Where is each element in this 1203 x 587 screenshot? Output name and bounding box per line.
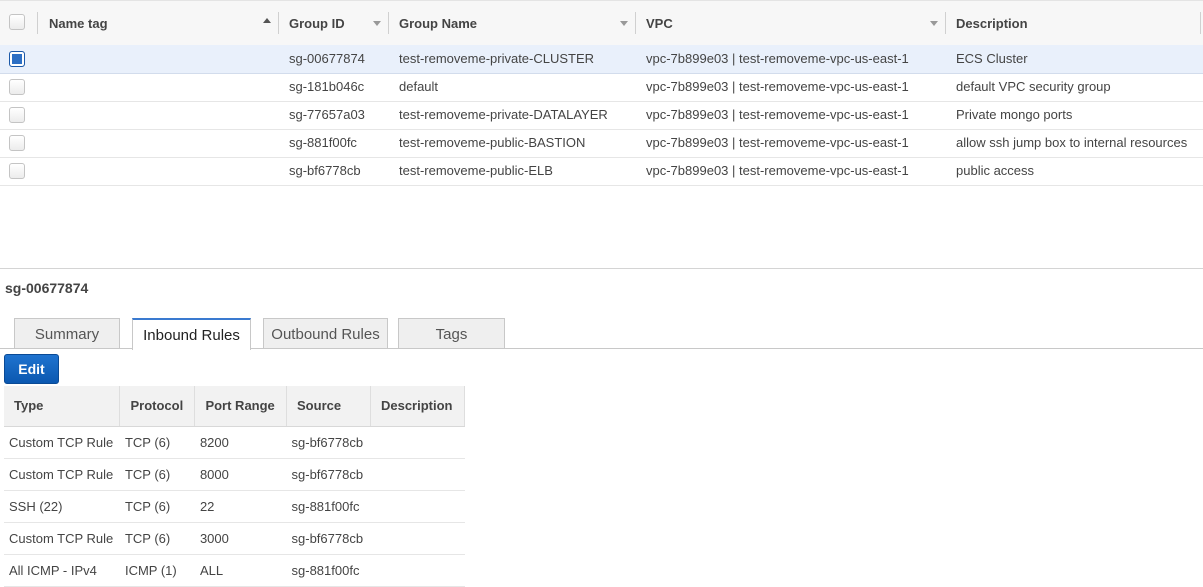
vpc-cell: vpc-7b899e03 | test-removeme-vpc-us-east…: [646, 79, 909, 94]
group-name-cell: default: [399, 79, 439, 94]
table-row: Custom TCP Rule TCP (6) 8200 sg-bf6778cb: [4, 426, 465, 459]
row-checkbox[interactable]: [9, 79, 25, 95]
description-cell: allow ssh jump box to internal resources: [956, 135, 1188, 150]
column-header-name-tag[interactable]: Name tag: [49, 1, 108, 45]
group-name-cell: test-removeme-public-BASTION: [399, 135, 586, 150]
select-all-checkbox[interactable]: [9, 14, 25, 30]
column-header-group-id[interactable]: Group ID: [289, 1, 345, 45]
column-header-description[interactable]: Description: [956, 1, 1028, 45]
column-separator[interactable]: [945, 12, 946, 34]
rule-protocol: TCP (6): [119, 490, 195, 523]
description-cell: public access: [956, 163, 1035, 178]
table-header-row: Type Protocol Port Range Source Descript…: [4, 386, 466, 427]
group-id-cell: sg-881f00fc: [289, 135, 357, 150]
rule-source: sg-881f00fc: [286, 554, 371, 587]
tab-outbound-rules[interactable]: Outbound Rules: [263, 318, 388, 349]
rule-type: SSH (22): [4, 490, 120, 523]
rule-type: Custom TCP Rule: [4, 426, 120, 459]
group-name-cell: test-removeme-public-ELB: [399, 163, 553, 178]
group-name-cell: test-removeme-private-DATALAYER: [399, 107, 608, 122]
table-row: Custom TCP Rule TCP (6) 3000 sg-bf6778cb: [4, 522, 465, 555]
group-id-cell: sg-bf6778cb: [289, 163, 361, 178]
rule-protocol: TCP (6): [119, 458, 195, 491]
row-checkbox[interactable]: [9, 107, 25, 123]
rule-description: [370, 426, 465, 459]
rule-type: Custom TCP Rule: [4, 458, 120, 491]
column-separator[interactable]: [1200, 12, 1201, 34]
group-id-cell: sg-181b046c: [289, 79, 365, 94]
rule-port-range: 8200: [194, 426, 287, 459]
rule-protocol: TCP (6): [119, 426, 195, 459]
rule-port-range: 3000: [194, 522, 287, 555]
vpc-cell: vpc-7b899e03 | test-removeme-vpc-us-east…: [646, 107, 909, 122]
row-checkbox[interactable]: [9, 163, 25, 179]
rule-port-range: 8000: [194, 458, 287, 491]
description-cell: ECS Cluster: [956, 51, 1028, 66]
rule-description: [370, 490, 465, 523]
table-row: Custom TCP Rule TCP (6) 8000 sg-bf6778cb: [4, 458, 465, 491]
table-row: SSH (22) TCP (6) 22 sg-881f00fc: [4, 490, 465, 523]
column-separator[interactable]: [635, 12, 636, 34]
row-checkbox[interactable]: [9, 51, 25, 67]
description-cell: default VPC security group: [956, 79, 1111, 94]
rule-description: [370, 522, 465, 555]
rule-source: sg-bf6778cb: [286, 458, 371, 491]
column-header-source: Source: [286, 386, 371, 427]
group-id-cell: sg-00677874: [289, 51, 365, 66]
description-cell: Private mongo ports: [956, 107, 1073, 122]
sort-dropdown-icon[interactable]: [930, 21, 938, 26]
detail-title: sg-00677874: [5, 280, 89, 296]
column-header-type: Type: [4, 386, 121, 427]
table-row[interactable]: sg-bf6778cb test-removeme-public-ELB vpc…: [0, 157, 1203, 186]
rule-description: [370, 554, 465, 587]
sort-ascending-icon[interactable]: [263, 18, 271, 23]
rule-source: sg-881f00fc: [286, 490, 371, 523]
tab-summary[interactable]: Summary: [14, 318, 120, 349]
vpc-cell: vpc-7b899e03 | test-removeme-vpc-us-east…: [646, 135, 909, 150]
rule-protocol: ICMP (1): [119, 554, 195, 587]
rule-protocol: TCP (6): [119, 522, 195, 555]
column-separator[interactable]: [278, 12, 279, 34]
rule-type: Custom TCP Rule: [4, 522, 120, 555]
tab-inbound-rules[interactable]: Inbound Rules: [132, 318, 251, 350]
edit-button[interactable]: Edit: [4, 354, 59, 384]
vpc-cell: vpc-7b899e03 | test-removeme-vpc-us-east…: [646, 51, 909, 66]
grid-header: Name tag Group ID Group Name VPC Descrip…: [0, 0, 1203, 46]
column-header-vpc[interactable]: VPC: [646, 1, 673, 45]
rule-port-range: 22: [194, 490, 287, 523]
security-groups-grid: Name tag Group ID Group Name VPC Descrip…: [0, 0, 1203, 186]
table-row[interactable]: sg-181b046c default vpc-7b899e03 | test-…: [0, 73, 1203, 102]
vpc-cell: vpc-7b899e03 | test-removeme-vpc-us-east…: [646, 163, 909, 178]
table-row[interactable]: sg-881f00fc test-removeme-public-BASTION…: [0, 129, 1203, 158]
rule-port-range: ALL: [194, 554, 287, 587]
rule-description: [370, 458, 465, 491]
sort-dropdown-icon[interactable]: [373, 21, 381, 26]
column-header-description: Description: [370, 386, 466, 427]
rule-source: sg-bf6778cb: [286, 426, 371, 459]
table-row: All ICMP - IPv4 ICMP (1) ALL sg-881f00fc: [4, 554, 465, 587]
column-separator: [37, 12, 38, 34]
table-row[interactable]: sg-00677874 test-removeme-private-CLUSTE…: [0, 45, 1203, 74]
tab-tags[interactable]: Tags: [398, 318, 505, 349]
row-checkbox[interactable]: [9, 135, 25, 151]
inbound-rules-table: Type Protocol Port Range Source Descript…: [4, 386, 466, 587]
group-id-cell: sg-77657a03: [289, 107, 365, 122]
column-header-group-name[interactable]: Group Name: [399, 1, 477, 45]
panel-resize-divider[interactable]: [0, 268, 1203, 269]
column-header-port-range: Port Range: [194, 386, 288, 427]
table-row[interactable]: sg-77657a03 test-removeme-private-DATALA…: [0, 101, 1203, 130]
sort-dropdown-icon[interactable]: [620, 21, 628, 26]
group-name-cell: test-removeme-private-CLUSTER: [399, 51, 595, 66]
column-header-protocol: Protocol: [119, 386, 196, 427]
rule-type: All ICMP - IPv4: [4, 554, 120, 587]
rule-source: sg-bf6778cb: [286, 522, 371, 555]
column-separator[interactable]: [388, 12, 389, 34]
